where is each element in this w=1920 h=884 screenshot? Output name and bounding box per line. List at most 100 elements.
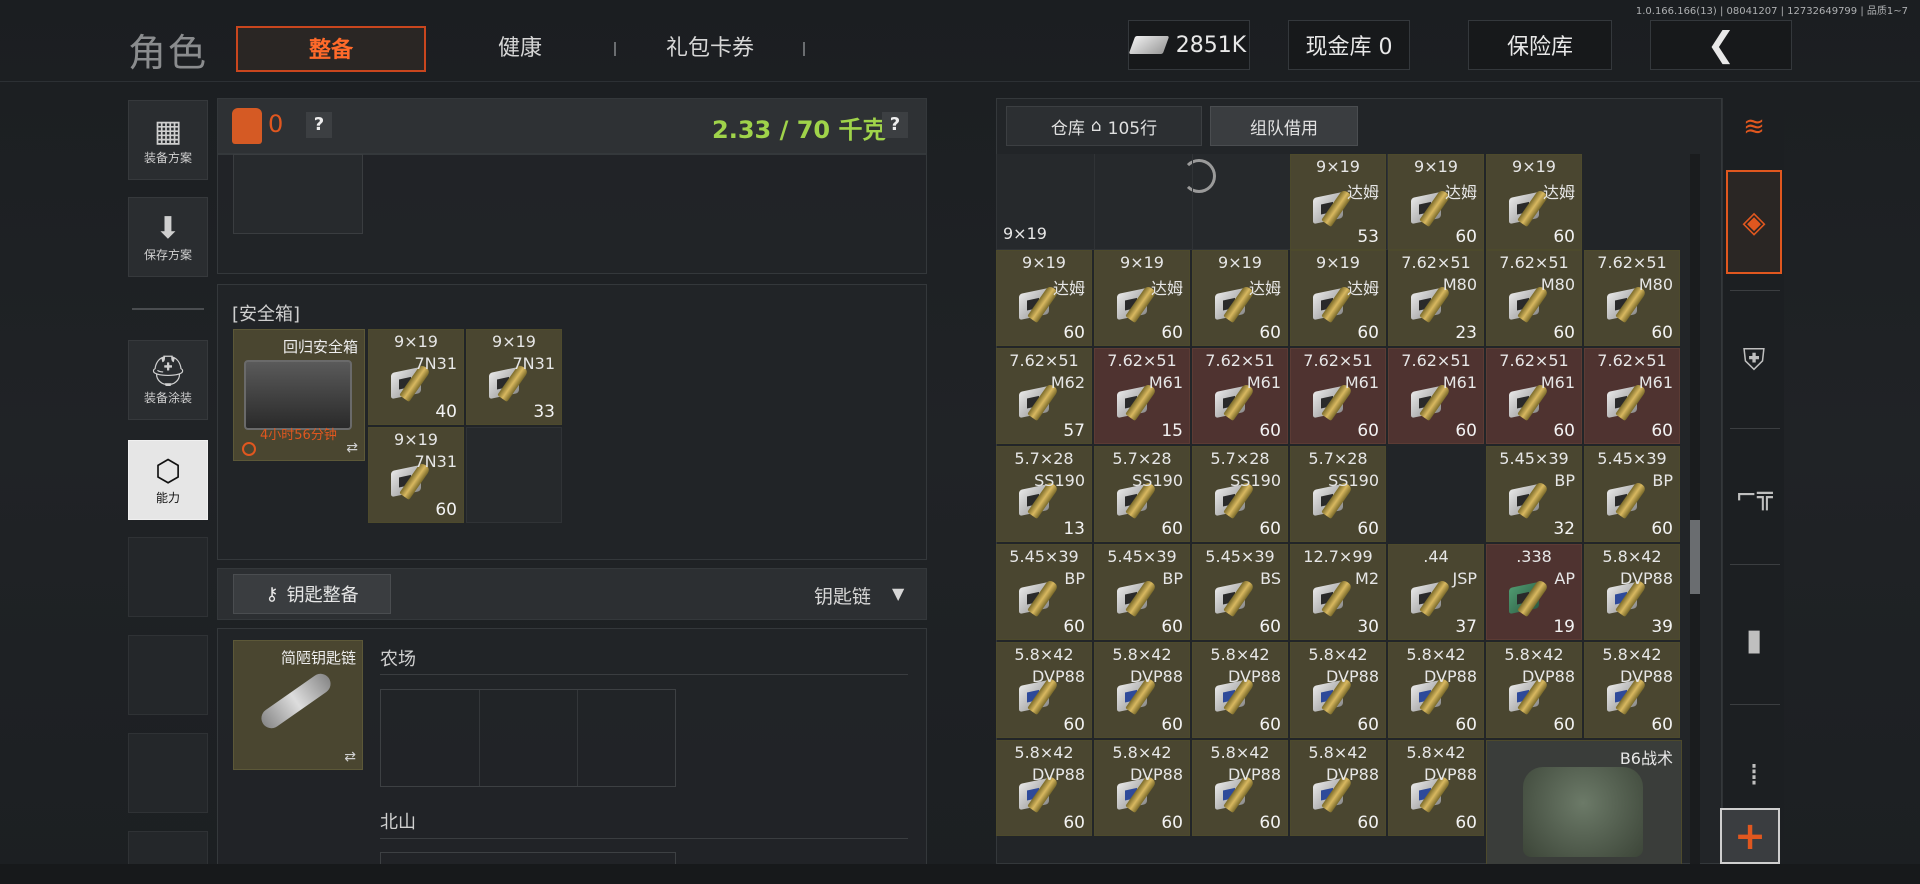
weight-help-button[interactable]: ? xyxy=(882,112,908,138)
ammo-item[interactable]: 5.8×42 DVP88 60 xyxy=(996,642,1092,738)
ammo-item[interactable]: 7.62×51 M61 15 xyxy=(1094,348,1190,444)
b6-tactical-backpack[interactable]: B6战术 xyxy=(1486,740,1682,864)
magazine-icon[interactable]: ▮ xyxy=(1726,600,1782,680)
page-title: 角色 xyxy=(128,31,209,75)
ammo-item[interactable]: 9×19 7N31 33 xyxy=(466,329,562,425)
stash-scrollbar-track[interactable] xyxy=(1690,154,1700,864)
ammo-item[interactable]: 5.8×42 DVP88 60 xyxy=(1486,642,1582,738)
ammo-item[interactable]: 5.7×28 SS190 60 xyxy=(1290,446,1386,542)
tab-team-borrow[interactable]: 组队借用 xyxy=(1210,106,1358,146)
ammo-item[interactable]: 7.62×51 M61 60 xyxy=(1486,348,1582,444)
ammo-item[interactable]: 7.62×51 M61 60 xyxy=(1192,348,1288,444)
ammo-item[interactable]: 5.45×39 BP 60 xyxy=(1094,544,1190,640)
chevron-down-icon[interactable]: ▼ xyxy=(892,584,904,603)
item-type: M61 xyxy=(1344,373,1379,392)
item-type: DVP88 xyxy=(1130,667,1183,686)
ammo-item[interactable]: 9×19 达姆 53 xyxy=(1290,154,1386,250)
ammo-item[interactable]: 7.62×51 M62 57 xyxy=(996,348,1092,444)
ammo-item[interactable]: 7.62×51 M80 23 xyxy=(1388,250,1484,346)
layers-icon[interactable]: ◈ xyxy=(1726,170,1782,274)
item-quantity: 39 xyxy=(1651,617,1673,637)
armor-icon[interactable]: ⛨ xyxy=(1726,320,1782,400)
ammo-item[interactable]: 5.8×42 DVP88 39 xyxy=(1584,544,1680,640)
back-button[interactable]: ❮ xyxy=(1650,20,1792,70)
item-caliber: 5.45×39 xyxy=(1499,449,1569,468)
ammo-item[interactable]: 5.45×39 BS 60 xyxy=(1192,544,1288,640)
ammo-item[interactable]: 9×19 7N31 40 xyxy=(368,329,464,425)
ammo-item[interactable]: 9×19 达姆 60 xyxy=(1388,154,1484,250)
item-type: M80 xyxy=(1442,275,1477,294)
sidebar-item-save-plan[interactable]: ⬇ 保存方案 xyxy=(128,197,208,277)
key-slots-farm[interactable] xyxy=(380,689,676,787)
ammo-item[interactable]: 9×19 达姆 60 xyxy=(1192,250,1288,346)
ammo-icon[interactable]: ⁞ xyxy=(1726,740,1782,810)
ammo-item[interactable]: 5.8×42 DVP88 60 xyxy=(1290,740,1386,836)
keychain-slot[interactable]: 简陋钥匙链 ⇄ xyxy=(233,640,363,770)
item-type: DVP88 xyxy=(1130,765,1183,784)
ammo-item[interactable]: 7.62×51 M80 60 xyxy=(1486,250,1582,346)
ammo-item[interactable]: 5.8×42 DVP88 60 xyxy=(1094,642,1190,738)
ammo-item[interactable]: 9×19 达姆 60 xyxy=(1094,250,1190,346)
item-type: 达姆 xyxy=(1248,279,1281,298)
tab-health[interactable]: 健康 xyxy=(440,26,600,72)
ammo-box-icon xyxy=(1503,575,1561,619)
sidebar-item-paint[interactable]: ⛑ 装备涂装 xyxy=(128,340,208,420)
ammo-item[interactable]: 9×19 达姆 60 xyxy=(1290,250,1386,346)
stash-sort-icon[interactable]: ≋ xyxy=(1726,104,1782,150)
ammo-item[interactable]: 5.8×42 DVP88 60 xyxy=(1388,740,1484,836)
ammo-item[interactable]: 9×19 达姆 60 xyxy=(1486,154,1582,250)
item-caliber: 9×19 xyxy=(492,332,536,351)
keychain-name: 简陋钥匙链 xyxy=(280,649,356,667)
safebox-container[interactable]: 回归安全箱 4小时56分钟 ⇄ xyxy=(233,329,365,461)
ammo-item[interactable]: 5.45×39 BP 60 xyxy=(996,544,1092,640)
ammo-item[interactable]: 7.62×51 M61 60 xyxy=(1388,348,1484,444)
sidebar-item-loadout-plan[interactable]: ▦ 装备方案 xyxy=(128,100,208,180)
ammo-item[interactable]: 5.8×42 DVP88 60 xyxy=(1094,740,1190,836)
tab-stash[interactable]: 仓库 ⌂ 105行 xyxy=(1006,106,1202,146)
ammo-item[interactable]: 12.7×99 M2 30 xyxy=(1290,544,1386,640)
slot-divider xyxy=(1094,154,1095,249)
ammo-item[interactable]: 5.8×42 DVP88 60 xyxy=(1388,642,1484,738)
item-quantity: 60 xyxy=(1259,323,1281,343)
ammo-item[interactable]: 9×19 7N31 60 xyxy=(368,427,464,523)
item-caliber: 5.8×42 xyxy=(1602,645,1662,664)
cash-vault-button[interactable]: 现金库 0 xyxy=(1288,20,1410,70)
insurance-vault-button[interactable]: 保险库 xyxy=(1468,20,1612,70)
keychain-dropdown[interactable]: 钥匙链 xyxy=(814,582,871,609)
tab-gift-cards[interactable]: 礼包卡券 xyxy=(630,26,790,72)
gear-slot[interactable] xyxy=(233,154,363,234)
add-icon[interactable]: + xyxy=(1720,808,1780,864)
ammo-item[interactable]: 5.8×42 DVP88 60 xyxy=(1192,642,1288,738)
ammo-item[interactable]: 5.8×42 DVP88 60 xyxy=(1290,642,1386,738)
ammo-item[interactable]: .338 AP 19 xyxy=(1486,544,1582,640)
ammo-item[interactable]: 7.62×51 M61 60 xyxy=(1290,348,1386,444)
safebox-empty-slot[interactable] xyxy=(466,427,562,523)
ammo-item[interactable]: 5.45×39 BP 32 xyxy=(1486,446,1582,542)
stash-scrollbar-thumb[interactable] xyxy=(1690,520,1700,594)
ammo-item[interactable]: .44 JSP 37 xyxy=(1388,544,1484,640)
item-type: M62 xyxy=(1050,373,1085,392)
ammo-item[interactable]: 5.7×28 SS190 13 xyxy=(996,446,1092,542)
ammo-item[interactable]: 5.7×28 SS190 60 xyxy=(1094,446,1190,542)
ammo-item[interactable]: 7.62×51 M80 60 xyxy=(1584,250,1680,346)
ammo-item[interactable]: 9×19 达姆 60 xyxy=(996,250,1092,346)
item-type: BS xyxy=(1260,569,1281,588)
help-button[interactable]: ? xyxy=(306,112,332,138)
ammo-item[interactable]: 7.62×51 M61 60 xyxy=(1584,348,1680,444)
ammo-item[interactable]: 5.8×42 DVP88 60 xyxy=(1192,740,1288,836)
item-type: DVP88 xyxy=(1620,569,1673,588)
ammo-item[interactable]: 5.7×28 SS190 60 xyxy=(1192,446,1288,542)
bottom-strip xyxy=(0,864,1920,884)
rifle-icon[interactable]: ⌐╦ xyxy=(1726,456,1782,536)
item-type: AP xyxy=(1554,569,1575,588)
ammo-item[interactable]: 5.45×39 BP 60 xyxy=(1584,446,1680,542)
tab-loadout[interactable]: 整备 xyxy=(236,26,426,72)
ammo-item[interactable]: 5.8×42 DVP88 60 xyxy=(996,740,1092,836)
item-quantity: 60 xyxy=(1455,227,1477,247)
item-caliber: 9×19 xyxy=(1022,253,1066,272)
key-loadout-button[interactable]: ⚷ 钥匙整备 xyxy=(233,574,391,614)
item-quantity: 60 xyxy=(1357,519,1379,539)
sidebar-item-ability[interactable]: ⬡ 能力 xyxy=(128,440,208,520)
sidebar-empty-slot xyxy=(128,733,208,813)
ammo-item[interactable]: 5.8×42 DVP88 60 xyxy=(1584,642,1680,738)
